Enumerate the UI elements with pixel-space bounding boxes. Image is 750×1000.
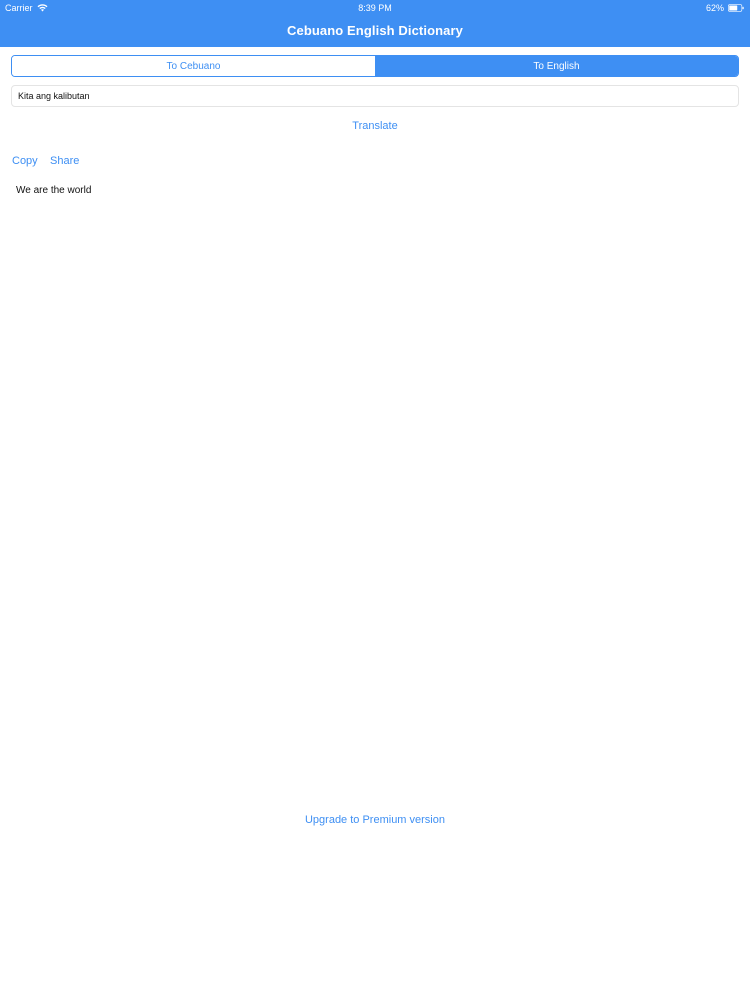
translation-result: We are the world	[16, 185, 92, 196]
source-text-input[interactable]	[11, 85, 739, 107]
battery-percent: 62%	[705, 3, 724, 13]
page-title: Cebuano English Dictionary	[287, 23, 463, 38]
share-button[interactable]: Share	[50, 155, 79, 167]
segment-to-cebuano[interactable]: To Cebuano	[12, 56, 375, 76]
copy-button[interactable]: Copy	[12, 155, 38, 167]
battery-icon	[728, 4, 744, 12]
translate-button[interactable]: Translate	[0, 120, 750, 132]
status-bar: Carrier 8:39 PM 62%	[0, 0, 750, 16]
direction-segmented-control: To Cebuano To English	[11, 55, 739, 77]
nav-header: Carrier 8:39 PM 62% Cebuano English Dict…	[0, 0, 750, 47]
upgrade-premium-button[interactable]: Upgrade to Premium version	[0, 814, 750, 826]
segment-to-english[interactable]: To English	[375, 56, 738, 76]
status-time: 8:39 PM	[358, 3, 392, 13]
battery-group: 62%	[706, 3, 744, 13]
